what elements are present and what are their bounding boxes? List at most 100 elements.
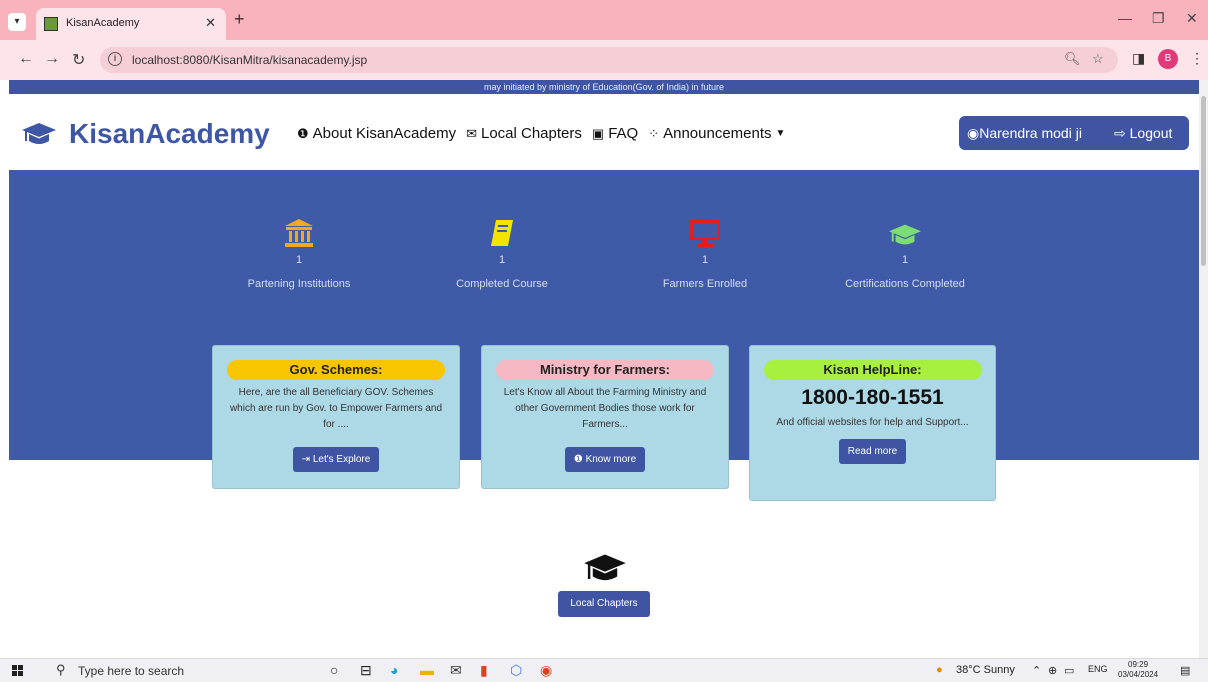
faq-icon: ▣ <box>591 125 605 141</box>
card-text: And official websites for help and Suppo… <box>776 417 969 428</box>
graduation-cap-icon <box>583 552 627 589</box>
browser-tab-bar: ▾ KisanAcademy ✕ + — ❐ ✕ <box>0 0 1208 40</box>
stat-certifications-completed: 1 Certifications Completed <box>815 212 995 290</box>
clock-time: 09:29 <box>1128 660 1149 669</box>
lets-explore-button[interactable]: ⇥ Let's Explore <box>292 447 380 472</box>
stat-completed-course: 1 Completed Course <box>412 212 592 290</box>
windows-start-icon[interactable] <box>12 665 24 677</box>
task-view-icon[interactable]: ⊟ <box>360 662 372 679</box>
card-title: Ministry for Farmers: <box>496 360 714 380</box>
helpline-number: 1800-180-1551 <box>801 386 944 409</box>
stat-count: 1 <box>701 254 709 266</box>
nav-announcements[interactable]: ⁘ Announcements ▼ <box>648 125 785 142</box>
battery-icon[interactable]: ▭ <box>1064 664 1074 677</box>
card-title: Gov. Schemes: <box>227 360 445 380</box>
stat-label: Partening Institutions <box>247 278 351 290</box>
nav-faq-label: FAQ <box>608 125 639 142</box>
stat-partnering-institutions: 1 Partening Institutions <box>209 212 389 290</box>
close-window-button[interactable]: ✕ <box>1186 10 1198 27</box>
side-panel-icon[interactable]: ◨ <box>1132 50 1145 67</box>
back-button[interactable]: ← <box>18 50 34 68</box>
restore-button[interactable]: ❐ <box>1152 10 1165 27</box>
bank-icon <box>285 219 313 247</box>
favicon-icon <box>44 17 58 31</box>
book-icon <box>491 220 513 246</box>
nav-chapters-label: Local Chapters <box>480 125 582 142</box>
sign-out-icon: ⇨ <box>1114 125 1126 141</box>
cortana-icon[interactable]: ○ <box>330 662 338 678</box>
clock[interactable]: 09:29 03/04/2024 <box>1118 660 1158 680</box>
stat-label: Farmers Enrolled <box>662 278 748 290</box>
graduation-cap-icon <box>888 224 922 245</box>
card-title: Kisan HelpLine: <box>763 360 982 380</box>
local-chapters-button[interactable]: Local Chapters <box>558 591 650 617</box>
browser-tab[interactable]: KisanAcademy ✕ <box>36 8 226 40</box>
zoom-icon[interactable]: 🔍︎ <box>1064 51 1081 67</box>
info-icon: ❶ <box>297 125 309 141</box>
profile-avatar[interactable]: B <box>1158 49 1178 69</box>
chrome-icon[interactable]: ◉ <box>540 662 552 679</box>
notifications-icon[interactable]: ▤ <box>1180 664 1190 677</box>
nav-local-chapters[interactable]: ✉ Local Chapters <box>466 125 582 142</box>
weather-text[interactable]: 38°C Sunny <box>956 664 1015 676</box>
spinner-icon: ⁘ <box>648 125 660 141</box>
address-bar[interactable]: i localhost:8080/KisanMitra/kisanacademy… <box>100 47 1118 73</box>
stat-farmers-enrolled: 1 Farmers Enrolled <box>615 212 795 290</box>
tab-title: KisanAcademy <box>66 17 140 29</box>
card-ministry-for-farmers: Ministry for Farmers: Let's Know all Abo… <box>481 345 729 489</box>
nav-faq[interactable]: ▣ FAQ <box>592 125 638 142</box>
stat-label: Completed Course <box>456 278 548 290</box>
language-indicator[interactable]: ENG <box>1088 664 1108 674</box>
read-more-button[interactable]: Read more <box>838 439 907 464</box>
nav-about[interactable]: ❶ About KisanAcademy <box>297 125 456 142</box>
graduation-cap-icon <box>22 123 56 144</box>
stat-count: 1 <box>295 254 303 266</box>
tray-chevron-icon[interactable]: ⌃ <box>1032 664 1041 677</box>
know-more-button[interactable]: ❶ Know more <box>564 447 646 472</box>
announcement-bar: may initiated by ministry of Education(G… <box>9 80 1199 94</box>
logout-label: Logout <box>1129 125 1173 141</box>
clock-date: 03/04/2024 <box>1118 670 1159 679</box>
user-panel: ◉Narendra modi ji ⇨ Logout <box>959 116 1189 150</box>
stat-count: 1 <box>498 254 506 266</box>
weather-icon: ● <box>936 664 943 676</box>
user-profile-link[interactable]: ◉Narendra modi ji <box>967 125 1082 142</box>
brand-logo[interactable]: KisanAcademy <box>21 118 270 150</box>
close-tab-icon[interactable]: ✕ <box>205 15 216 31</box>
envelope-icon: ✉ <box>466 125 477 141</box>
stat-count: 1 <box>901 254 909 266</box>
sign-in-icon: ⇥ <box>301 454 311 465</box>
file-explorer-icon[interactable]: ▬ <box>420 662 434 678</box>
forward-button[interactable]: → <box>44 50 60 68</box>
desktop-icon <box>690 220 720 247</box>
office-icon[interactable]: ▮ <box>480 662 488 679</box>
taskbar-search-input[interactable]: Type here to search <box>78 664 184 678</box>
new-tab-button[interactable]: + <box>234 9 245 30</box>
bookmark-star-icon[interactable]: ☆ <box>1092 51 1104 67</box>
card-kisan-helpline: Kisan HelpLine: 1800-180-1551 And offici… <box>749 345 996 501</box>
stat-label: Certifications Completed <box>845 278 965 290</box>
reload-button[interactable]: ↻ <box>72 50 85 70</box>
network-icon[interactable]: ⊕ <box>1048 664 1057 677</box>
mail-icon[interactable]: ✉ <box>450 662 462 679</box>
scrollbar-thumb[interactable] <box>1201 96 1206 266</box>
browser-toolbar: ← → ↻ i localhost:8080/KisanMitra/kisana… <box>0 40 1208 80</box>
minimize-button[interactable]: — <box>1118 10 1132 26</box>
user-name: Narendra modi ji <box>979 125 1082 141</box>
button-label: Let's Explore <box>312 454 371 465</box>
app-icon[interactable]: ⬡ <box>510 662 522 679</box>
tab-list-button[interactable]: ▾ <box>8 13 26 31</box>
windows-taskbar: ⚲ Type here to search ○ ⊟ ◕ ▬ ✉ ▮ ⬡ ◉ ● … <box>0 658 1208 682</box>
nav-announcements-label: Announcements <box>663 125 772 142</box>
site-navbar: KisanAcademy ❶ About KisanAcademy ✉ Local … <box>9 94 1199 170</box>
search-icon: ⚲ <box>56 662 66 677</box>
brand-name: KisanAcademy <box>69 118 270 149</box>
info-icon: ❶ <box>573 454 583 465</box>
menu-icon[interactable]: ⋮ <box>1190 50 1204 67</box>
edge-icon[interactable]: ◕ <box>390 662 398 678</box>
site-info-icon[interactable]: i <box>108 52 122 66</box>
logout-button[interactable]: ⇨ Logout <box>1114 125 1172 142</box>
button-label: Know more <box>585 454 637 465</box>
button-label: Read more <box>847 446 898 457</box>
url-text: localhost:8080/KisanMitra/kisanacademy.j… <box>132 53 368 67</box>
